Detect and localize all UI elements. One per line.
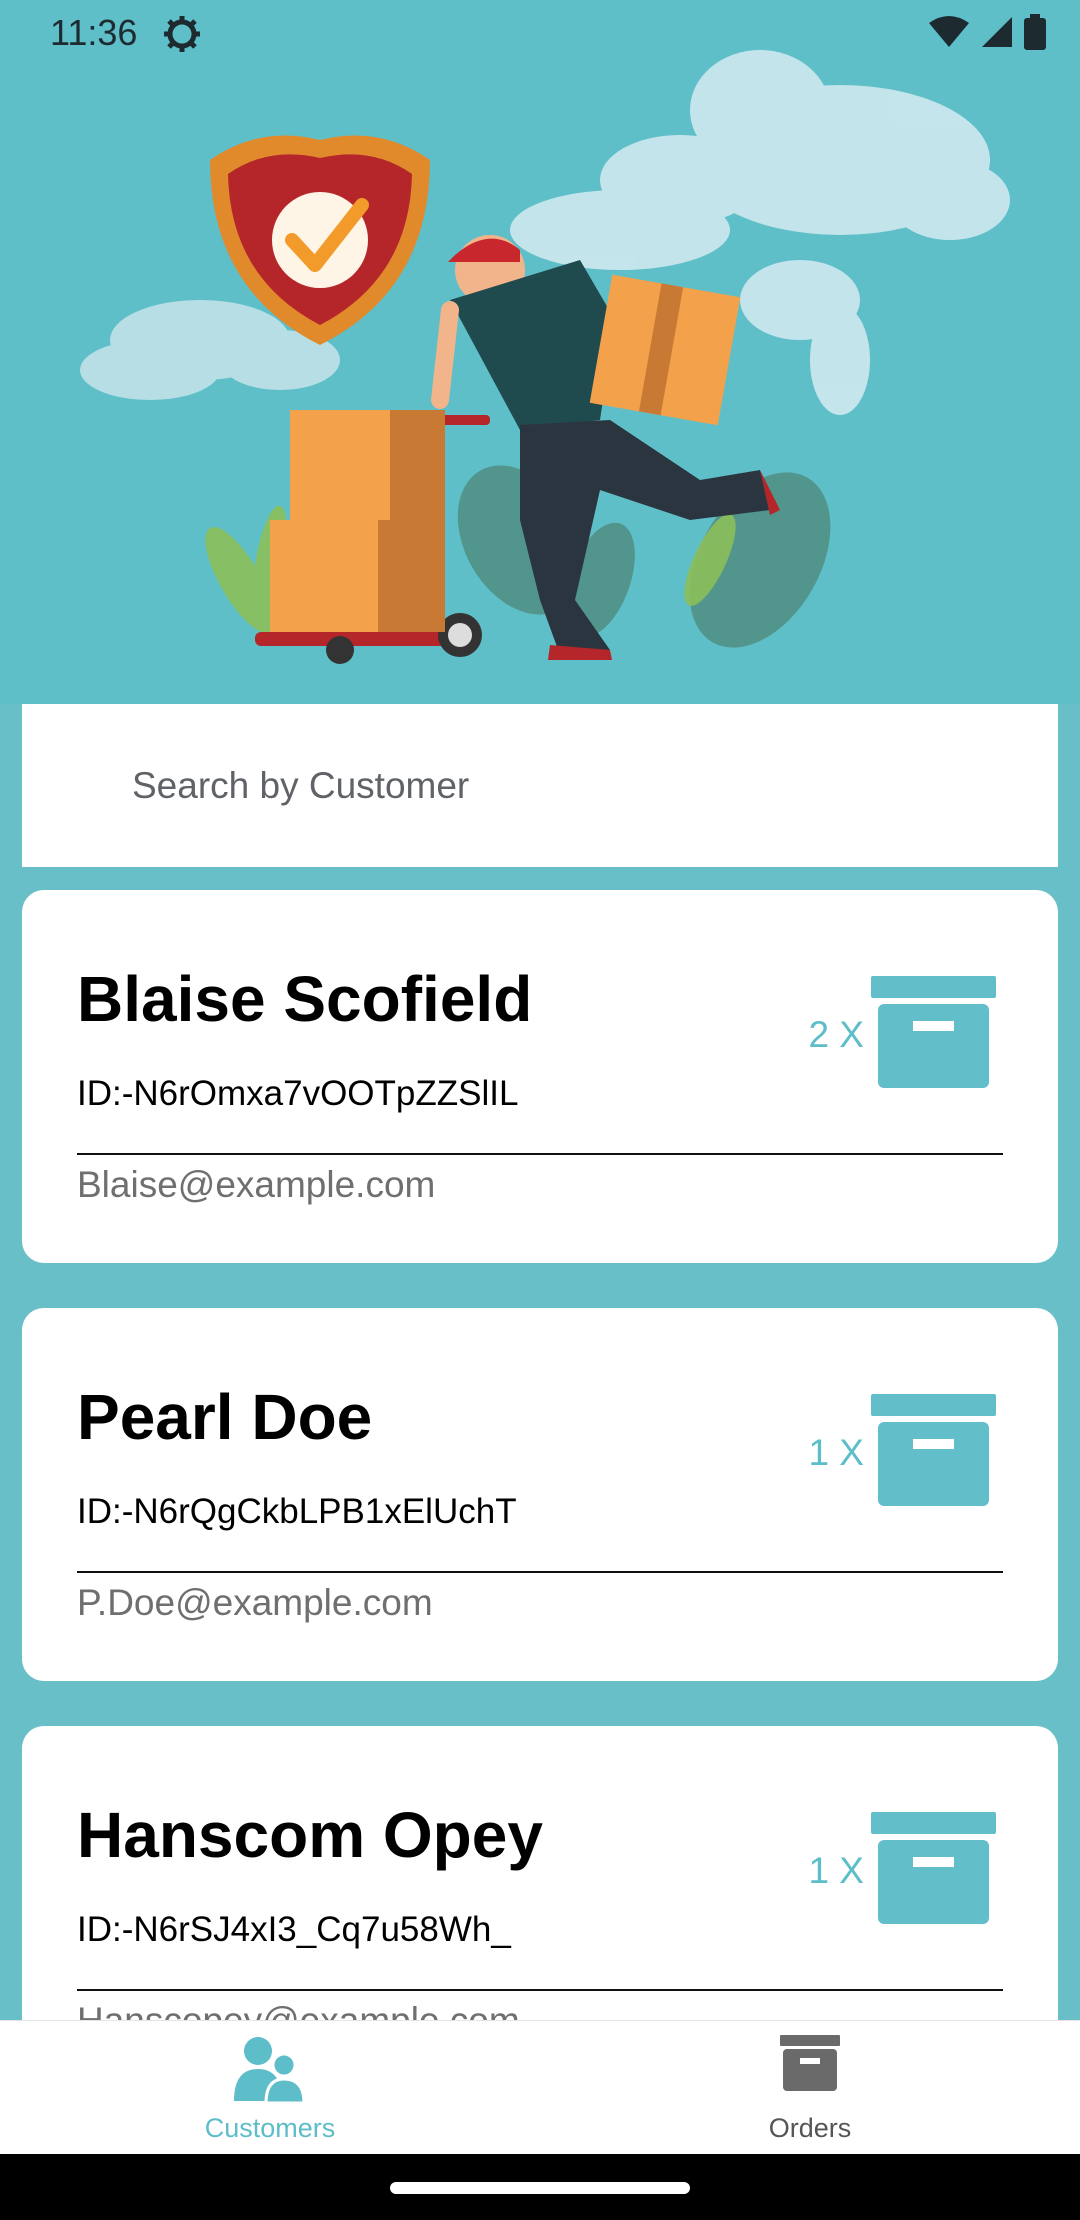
nav-orders-label: Orders <box>768 2113 852 2143</box>
customer-email: Blaise@example.com <box>77 1164 436 1205</box>
order-count: 1 X <box>808 1432 864 1473</box>
nav-customers[interactable]: Customers <box>0 2021 540 2154</box>
customer-list[interactable]: Blaise Scofield ID:-N6rOmxa7vOOTpZZSlIL … <box>0 890 1080 2020</box>
customer-id: ID:-N6rSJ4xI3_Cq7u58Wh_ <box>77 1910 511 1949</box>
wifi-icon <box>928 15 970 54</box>
customer-card[interactable]: Pearl Doe ID:-N6rQgCkbLPB1xElUchT P.Doe@… <box>22 1308 1058 1681</box>
orders-box-icon[interactable] <box>871 1812 996 1929</box>
orders-icon <box>780 2035 840 2096</box>
customer-email: P.Doe@example.com <box>77 1582 433 1623</box>
status-bar: 11:36 <box>0 0 1080 68</box>
battery-icon <box>1024 14 1046 55</box>
signal-icon <box>980 15 1014 54</box>
divider <box>77 1153 1003 1155</box>
customer-name: Pearl Doe <box>77 1381 373 1453</box>
customer-id: ID:-N6rOmxa7vOOTpZZSlIL <box>77 1074 519 1113</box>
customer-email: Hanscopey@example.com <box>77 2000 520 2020</box>
divider <box>77 1571 1003 1573</box>
customer-card[interactable]: Blaise Scofield ID:-N6rOmxa7vOOTpZZSlIL … <box>22 890 1058 1263</box>
delivery-illustration <box>80 50 1010 664</box>
nav-orders[interactable]: Orders <box>540 2021 1080 2154</box>
nav-customers-label: Customers <box>204 2113 336 2143</box>
search-input[interactable] <box>132 754 1012 818</box>
orders-box-icon[interactable] <box>871 976 996 1093</box>
customers-icon <box>234 2035 306 2110</box>
order-count: 2 X <box>808 1014 864 1055</box>
order-count: 1 X <box>808 1850 864 1891</box>
settings-icon <box>162 14 202 59</box>
search-container <box>22 704 1058 867</box>
hero-banner: 11:36 <box>0 0 1080 704</box>
customer-card[interactable]: Hanscom Opey ID:-N6rSJ4xI3_Cq7u58Wh_ Han… <box>22 1726 1058 2020</box>
customer-id: ID:-N6rQgCkbLPB1xElUchT <box>77 1492 517 1531</box>
orders-box-icon[interactable] <box>871 1394 996 1511</box>
status-time: 11:36 <box>50 12 138 53</box>
customer-name: Blaise Scofield <box>77 963 533 1035</box>
home-gesture-handle[interactable] <box>390 2182 690 2194</box>
customer-name: Hanscom Opey <box>77 1799 543 1871</box>
divider <box>77 1989 1003 1991</box>
system-navigation-bar <box>0 2154 1080 2220</box>
bottom-navigation: Customers Orders <box>0 2020 1080 2154</box>
